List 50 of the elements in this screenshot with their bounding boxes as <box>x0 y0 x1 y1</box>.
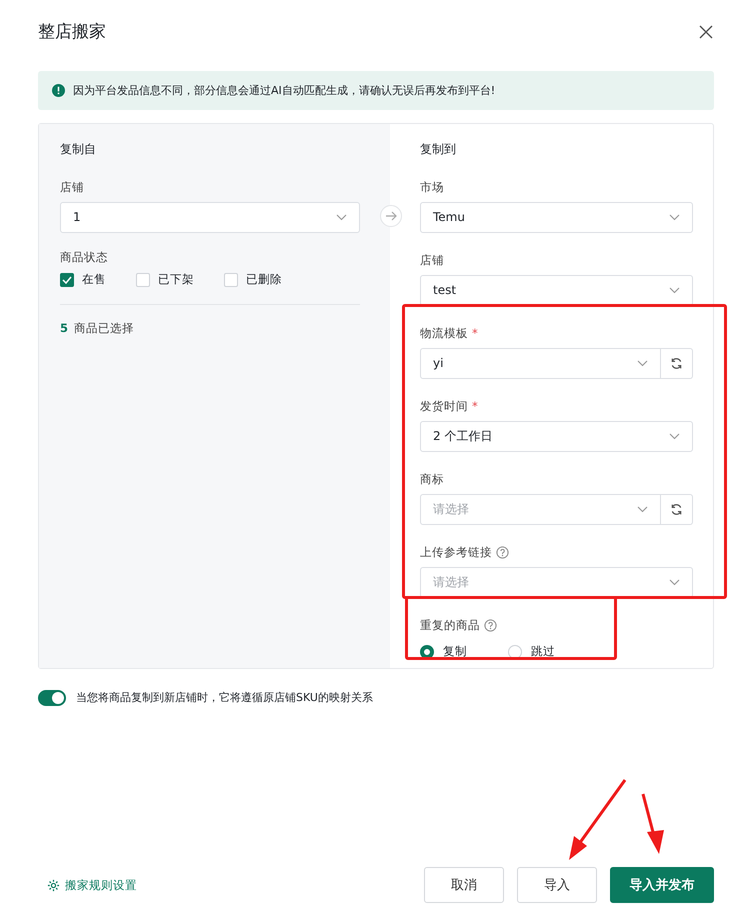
primary-button[interactable]: 导入并发布 <box>610 867 714 903</box>
secondary-button[interactable]: 取消 <box>424 867 504 903</box>
refresh-button[interactable] <box>661 494 693 525</box>
select-field[interactable]: test <box>420 275 693 306</box>
store-select[interactable]: 1 <box>60 202 360 233</box>
chevron-down-icon <box>669 287 680 294</box>
duplicate-radio[interactable]: 复制 <box>420 644 508 659</box>
select-field[interactable]: 2 个工作日 <box>420 421 693 452</box>
exclamation-icon <box>52 84 65 97</box>
field-label: 上传参考链接 <box>420 545 492 560</box>
switch-text: 当您将商品复制到新店铺时，它将遵循原店铺SKU的映射关系 <box>76 691 373 705</box>
status-checkbox[interactable]: 已删除 <box>224 272 312 287</box>
select-field[interactable]: yi <box>420 348 661 379</box>
dialog-title: 整店搬家 <box>38 21 106 43</box>
mapping-switch[interactable] <box>38 690 66 706</box>
chevron-down-icon <box>669 214 680 221</box>
chevron-down-icon <box>669 433 680 440</box>
select-field[interactable]: Temu <box>420 202 693 233</box>
help-icon <box>484 619 497 632</box>
rules-settings-link[interactable]: 搬家规则设置 <box>38 878 137 892</box>
section-heading: 复制自 <box>60 141 97 157</box>
secondary-button[interactable]: 导入 <box>517 867 597 903</box>
section-heading: 复制到 <box>420 141 457 157</box>
required-mark: * <box>472 326 478 341</box>
field-label: 商品状态 <box>60 250 109 265</box>
check-icon <box>62 276 72 284</box>
refresh-icon <box>670 357 683 370</box>
gear-icon <box>47 878 60 892</box>
status-checkbox[interactable]: 在售 <box>60 272 136 287</box>
refresh-icon <box>670 503 683 516</box>
selected-text: 商品已选择 <box>74 321 134 336</box>
help-icon <box>496 546 509 559</box>
field-label: 发货时间 <box>420 399 468 414</box>
required-mark: * <box>472 399 478 414</box>
refresh-button[interactable] <box>661 348 693 379</box>
field-label: 市场 <box>420 180 444 195</box>
field-label: 商标 <box>420 472 444 487</box>
selected-count: 5 <box>60 321 68 336</box>
alert-text: 因为平台发品信息不同，部分信息会通过AI自动匹配生成，请确认无误后再发布到平台! <box>73 84 496 98</box>
status-checkbox[interactable]: 已下架 <box>136 272 224 287</box>
chevron-down-icon <box>336 214 347 221</box>
field-label: 店铺 <box>60 180 85 195</box>
chevron-down-icon <box>669 579 680 586</box>
chevron-down-icon <box>637 506 648 513</box>
chevron-down-icon <box>637 360 648 367</box>
field-label: 物流模板 <box>420 326 468 341</box>
field-label: 重复的商品 <box>420 618 480 633</box>
field-label: 店铺 <box>420 253 444 268</box>
duplicate-radio[interactable]: 跳过 <box>508 644 596 659</box>
close-button[interactable] <box>698 24 714 40</box>
